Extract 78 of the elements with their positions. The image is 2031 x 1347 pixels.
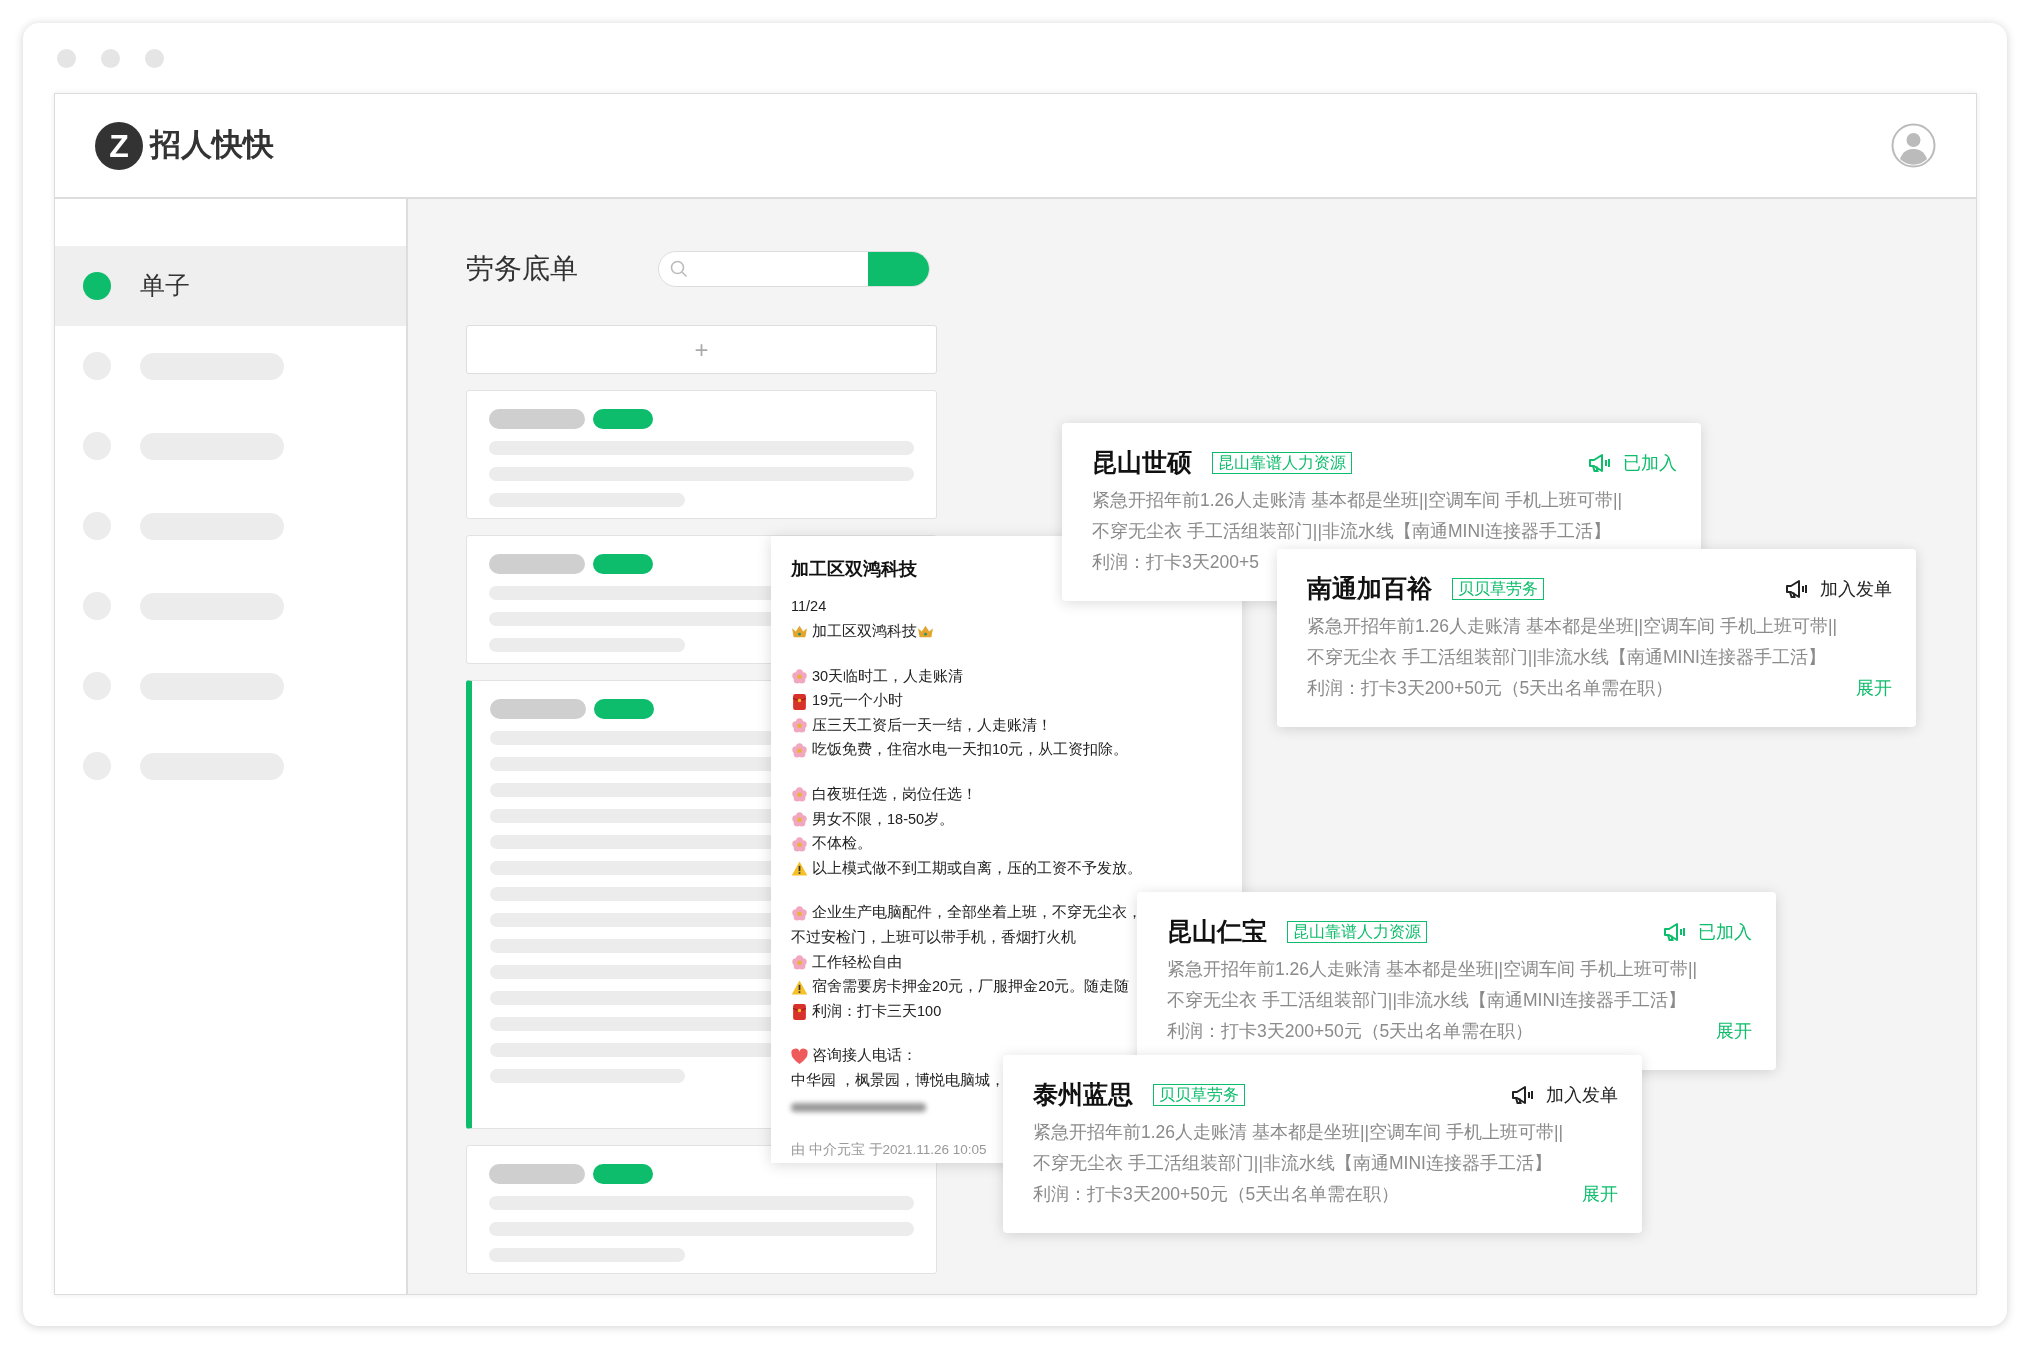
message-line: 男女不限，18-50岁。: [812, 809, 955, 829]
message-line: 工作轻松自由: [812, 952, 902, 972]
search-icon: [669, 259, 689, 279]
megaphone-icon: [1662, 920, 1686, 944]
placeholder-pill: [593, 1164, 653, 1184]
message-line: 11/24: [791, 597, 827, 617]
flower-icon: [791, 810, 808, 828]
join-button[interactable]: 已加入: [1662, 918, 1752, 946]
dot-icon: [83, 272, 111, 300]
message-line: 宿舍需要房卡押金20元，厂服押金20元。随走随: [812, 977, 1130, 997]
placeholder-pill: [594, 699, 654, 719]
agency-tag: 贝贝草劳务: [1153, 1083, 1245, 1107]
message-line: 中华园 ，枫景园，博悦电脑城，: [791, 1070, 1006, 1090]
flower-icon: [791, 668, 808, 685]
page-title: 劳务底单: [466, 252, 578, 286]
description-line: 不穿无尘衣 手工活组装部门||非流水线【南通MINI连接器手工活】: [1092, 520, 1612, 543]
dot-icon: [57, 48, 76, 68]
message-line: 企业生产电脑配件，全部坐着上班，不穿无尘衣，: [812, 903, 1142, 923]
message-line: 加工区双鸿科技: [812, 622, 917, 641]
placeholder-pill: [593, 554, 653, 574]
add-button[interactable]: +: [466, 325, 937, 374]
message-line: 19元一个小时: [812, 691, 904, 711]
agency-tag: 昆山靠谱人力资源: [1212, 451, 1352, 475]
message-line: 压三天工资后一天一结，人走账清！: [812, 715, 1052, 735]
megaphone-icon: [1784, 577, 1808, 601]
company-name: 昆山世硕: [1092, 447, 1192, 479]
description-line: 紧急开招年前1.26人走账清 基本都是坐班||空调车间 手机上班可带||: [1167, 958, 1698, 981]
envelope-icon: [791, 1003, 808, 1021]
dot-icon: [101, 48, 120, 68]
avatar-icon[interactable]: [1891, 123, 1936, 168]
search-field[interactable]: [658, 251, 930, 287]
megaphone-icon: [1587, 451, 1611, 475]
placeholder-pill: [593, 409, 653, 429]
message-line: 白夜班任选，岗位任选！: [812, 785, 977, 804]
app-title: 招人快快: [150, 126, 274, 165]
message-line: 不过安检门，上班可以带手机，香烟打火机: [791, 927, 1076, 947]
expand-link[interactable]: 展开: [1582, 1181, 1618, 1208]
flower-icon: [791, 741, 808, 759]
description-line: 紧急开招年前1.26人走账清 基本都是坐班||空调车间 手机上班可带||: [1092, 489, 1623, 512]
join-button[interactable]: 加入发单: [1784, 575, 1892, 603]
expand-link[interactable]: 展开: [1716, 1018, 1752, 1045]
warning-icon: [791, 860, 808, 878]
profit-text: 利润：打卡3天200+50元（5天出名单需在职）: [1033, 1183, 1400, 1206]
agency-tag: 贝贝草劳务: [1452, 577, 1544, 601]
company-name: 昆山仁宝: [1167, 916, 1267, 948]
profit-text: 利润：打卡3天200+50元（5天出名单需在职）: [1167, 1020, 1534, 1043]
message-line: 利润：打卡三天100: [812, 1001, 942, 1021]
description-line: 不穿无尘衣 手工活组装部门||非流水线【南通MINI连接器手工活】: [1307, 646, 1827, 669]
flower-icon: [791, 786, 808, 804]
heart-icon: [791, 1047, 808, 1065]
description-line: 紧急开招年前1.26人走账清 基本都是坐班||空调车间 手机上班可带||: [1307, 615, 1838, 638]
search-button[interactable]: [868, 252, 929, 286]
message-line: 30天临时工，人走账清: [812, 666, 964, 686]
sidebar-item[interactable]: 单子: [55, 246, 406, 326]
message-line: 以上模式做不到工期或自离，压的工资不予发放。: [812, 858, 1142, 878]
message-line: 不体检。: [812, 834, 872, 854]
description-line: 不穿无尘衣 手工活组装部门||非流水线【南通MINI连接器手工活】: [1167, 989, 1687, 1012]
company-name: 南通加百裕: [1307, 573, 1432, 605]
message-line: 吃饭免费，住宿水电一天扣10元，从工资扣除。: [812, 740, 1129, 760]
warning-icon: [791, 978, 808, 996]
description-line: 紧急开招年前1.26人走账清 基本都是坐班||空调车间 手机上班可带||: [1033, 1121, 1564, 1144]
flower-icon: [791, 904, 808, 922]
dot-icon: [145, 48, 164, 68]
flower-icon: [791, 953, 808, 971]
join-button[interactable]: 加入发单: [1510, 1081, 1618, 1109]
company-name: 泰州蓝思: [1033, 1079, 1133, 1111]
message-title: 加工区双鸿科技: [791, 558, 917, 581]
agency-tag: 昆山靠谱人力资源: [1287, 920, 1427, 944]
profit-text: 利润：打卡3天200+50元（5天出名单需在职）: [1307, 677, 1674, 700]
expand-link[interactable]: 展开: [1856, 675, 1892, 702]
logo: Z: [95, 121, 143, 170]
profit-text: 利润：打卡3天200+5: [1092, 551, 1259, 574]
envelope-icon: [791, 692, 808, 710]
join-button[interactable]: 已加入: [1587, 449, 1677, 477]
message-line: 咨询接人电话：: [812, 1046, 917, 1066]
flower-icon: [791, 835, 808, 853]
flower-icon: [791, 717, 808, 735]
megaphone-icon: [1510, 1083, 1534, 1107]
